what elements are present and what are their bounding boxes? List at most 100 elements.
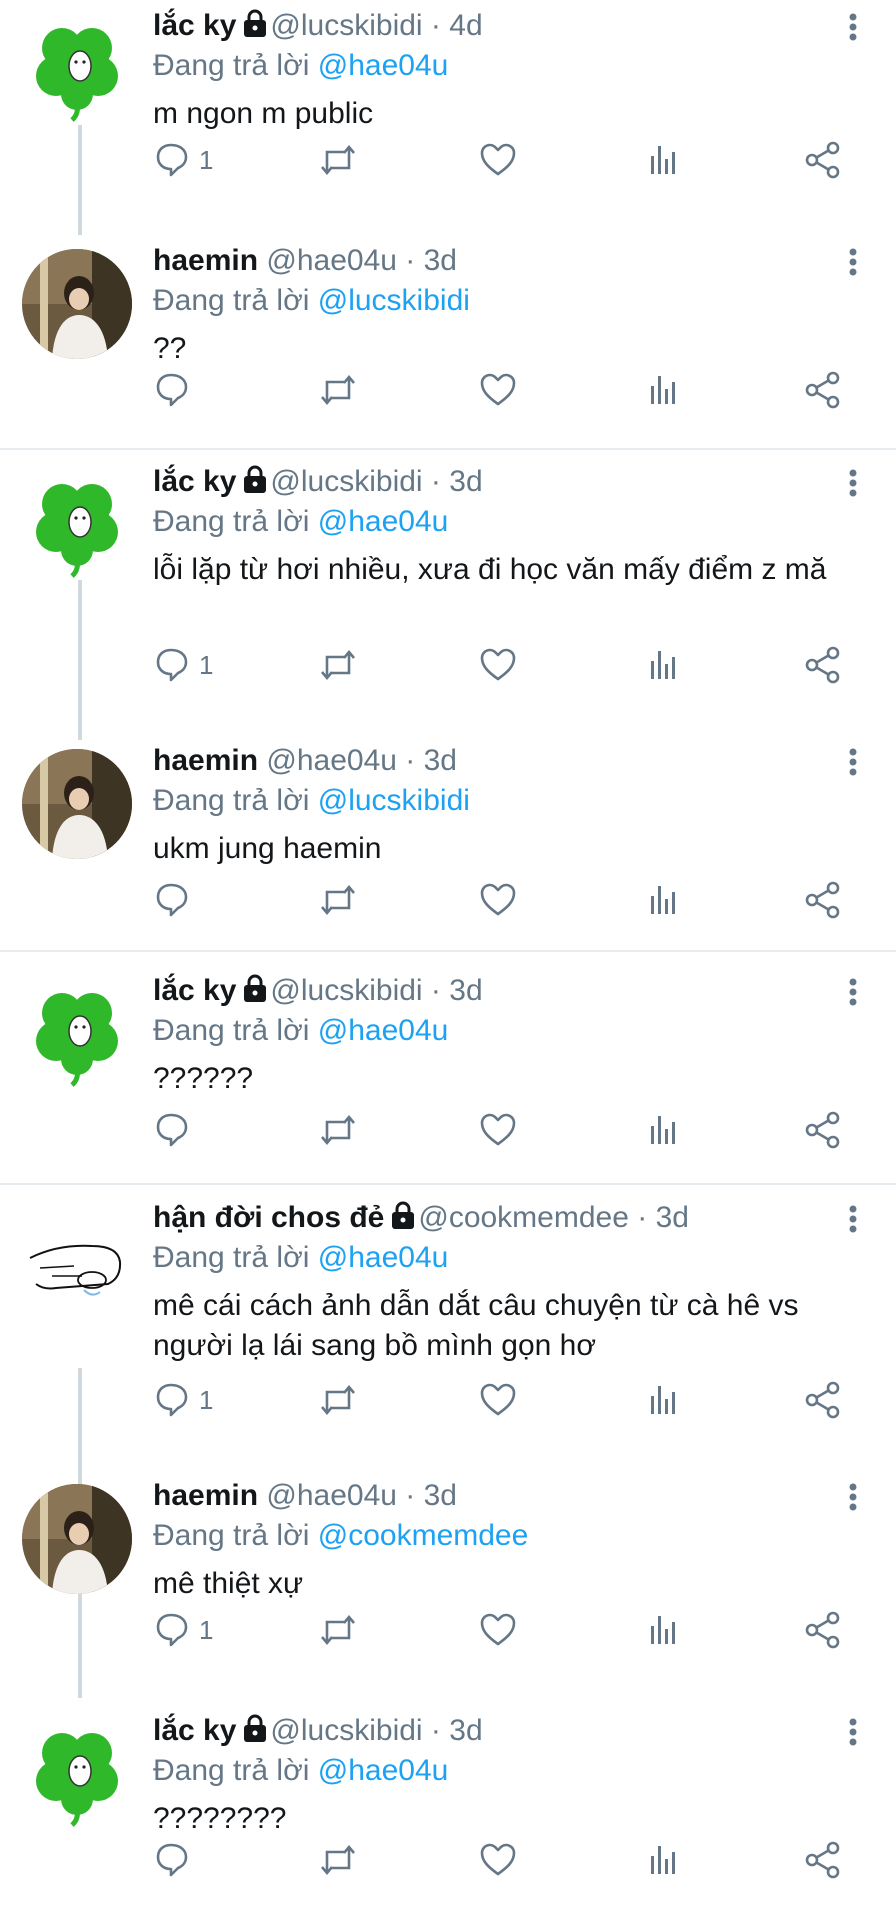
share-button[interactable] [803, 1838, 843, 1882]
display-name[interactable]: haemin [153, 244, 258, 277]
timestamp[interactable]: 3d [424, 244, 457, 277]
analytics-button[interactable] [643, 1108, 683, 1152]
more-options-icon[interactable] [848, 1717, 858, 1752]
avatar[interactable] [22, 1719, 132, 1829]
mention-link[interactable]: @hae04u [318, 1754, 449, 1787]
share-button[interactable] [803, 138, 843, 182]
avatar[interactable] [22, 14, 132, 124]
mention-link[interactable]: @hae04u [318, 505, 449, 538]
retweet-button[interactable] [318, 878, 358, 922]
like-button[interactable] [478, 1838, 518, 1882]
reply-button[interactable]: 1 [153, 1608, 213, 1652]
more-options-icon[interactable] [848, 1482, 858, 1517]
reply-button[interactable]: 1 [153, 643, 213, 687]
mention-link[interactable]: @cookmemdee [318, 1519, 529, 1552]
reply-button[interactable] [153, 1108, 193, 1152]
share-button[interactable] [803, 368, 843, 412]
retweet-button[interactable] [318, 138, 358, 182]
timestamp[interactable]: 3d [449, 974, 482, 1007]
retweet-button[interactable] [318, 1378, 358, 1422]
analytics-button[interactable] [643, 1608, 683, 1652]
like-button[interactable] [478, 368, 518, 412]
share-button[interactable] [803, 643, 843, 687]
display-name[interactable]: lắc ky [153, 974, 236, 1007]
replying-to: Đang trả lời @lucskibidi [153, 781, 872, 821]
avatar[interactable] [22, 979, 132, 1089]
analytics-button[interactable] [643, 878, 683, 922]
retweet-button[interactable] [318, 1838, 358, 1882]
share-icon [803, 1110, 843, 1150]
timestamp[interactable]: 4d [449, 9, 482, 42]
more-options-icon[interactable] [848, 468, 858, 503]
reply-button[interactable]: 1 [153, 138, 213, 182]
user-handle[interactable]: @lucskibidi [270, 974, 422, 1007]
like-button[interactable] [478, 878, 518, 922]
separator-dot: · [396, 744, 424, 777]
reply-button[interactable] [153, 368, 193, 412]
timestamp[interactable]: 3d [449, 1714, 482, 1747]
separator-dot: · [396, 244, 424, 277]
avatar[interactable] [22, 1206, 132, 1316]
analytics-button[interactable] [643, 138, 683, 182]
like-button[interactable] [478, 138, 518, 182]
like-button[interactable] [478, 643, 518, 687]
analytics-button[interactable] [643, 643, 683, 687]
timestamp[interactable]: 3d [656, 1201, 689, 1234]
avatar[interactable] [22, 1484, 132, 1594]
analytics-button[interactable] [643, 368, 683, 412]
share-button[interactable] [803, 1378, 843, 1422]
tweet-content: haemin @hae04u · 3d Đang trả lời @cookmem… [153, 1476, 872, 1604]
retweet-button[interactable] [318, 1608, 358, 1652]
more-options-icon[interactable] [848, 747, 858, 782]
reply-button[interactable] [153, 878, 193, 922]
timestamp[interactable]: 3d [449, 465, 482, 498]
retweet-button[interactable] [318, 368, 358, 412]
avatar[interactable] [22, 470, 132, 580]
like-button[interactable] [478, 1378, 518, 1422]
analytics-button[interactable] [643, 1838, 683, 1882]
share-button[interactable] [803, 878, 843, 922]
mention-link[interactable]: @hae04u [318, 49, 449, 82]
like-button[interactable] [478, 1108, 518, 1152]
replying-to-label: Đang trả lời [153, 1754, 318, 1787]
more-options-icon[interactable] [848, 12, 858, 47]
user-handle[interactable]: @hae04u [266, 244, 397, 277]
display-name[interactable]: lắc ky [153, 1714, 236, 1747]
avatar[interactable] [22, 749, 132, 859]
display-name[interactable]: haemin [153, 744, 258, 777]
user-handle[interactable]: @hae04u [266, 1479, 397, 1512]
replying-to: Đang trả lời @lucskibidi [153, 281, 872, 321]
replying-to-label: Đang trả lời [153, 784, 318, 817]
retweet-button[interactable] [318, 1108, 358, 1152]
mention-link[interactable]: @lucskibidi [318, 284, 470, 317]
display-name[interactable]: lắc ky [153, 465, 236, 498]
like-button[interactable] [478, 1608, 518, 1652]
mention-link[interactable]: @hae04u [318, 1241, 449, 1274]
more-options-icon[interactable] [848, 1204, 858, 1239]
share-button[interactable] [803, 1608, 843, 1652]
more-options-icon[interactable] [848, 977, 858, 1012]
display-name[interactable]: hận đời chos đẻ [153, 1201, 384, 1234]
reply-button[interactable] [153, 1838, 193, 1882]
tweet[interactable]: lắc ky @lucskibidi · 3d Đang trả lời @hae0… [0, 456, 896, 636]
user-handle[interactable]: @cookmemdee [418, 1201, 629, 1234]
share-button[interactable] [803, 1108, 843, 1152]
retweet-button[interactable] [318, 643, 358, 687]
user-handle[interactable]: @lucskibidi [270, 9, 422, 42]
reply-count: 1 [199, 144, 214, 175]
reply-button[interactable]: 1 [153, 1378, 213, 1422]
display-name[interactable]: haemin [153, 1479, 258, 1512]
timestamp[interactable]: 3d [424, 1479, 457, 1512]
user-handle[interactable]: @lucskibidi [270, 1714, 422, 1747]
more-options-icon[interactable] [848, 247, 858, 282]
tweet-actions [153, 368, 872, 412]
analytics-button[interactable] [643, 1378, 683, 1422]
user-handle[interactable]: @lucskibidi [270, 465, 422, 498]
mention-link[interactable]: @hae04u [318, 1014, 449, 1047]
tweet[interactable]: hận đời chos đẻ @cookmemdee · 3d Đang trả … [0, 1192, 896, 1372]
timestamp[interactable]: 3d [424, 744, 457, 777]
mention-link[interactable]: @lucskibidi [318, 784, 470, 817]
avatar[interactable] [22, 249, 132, 359]
display-name[interactable]: lắc ky [153, 9, 236, 42]
user-handle[interactable]: @hae04u [266, 744, 397, 777]
